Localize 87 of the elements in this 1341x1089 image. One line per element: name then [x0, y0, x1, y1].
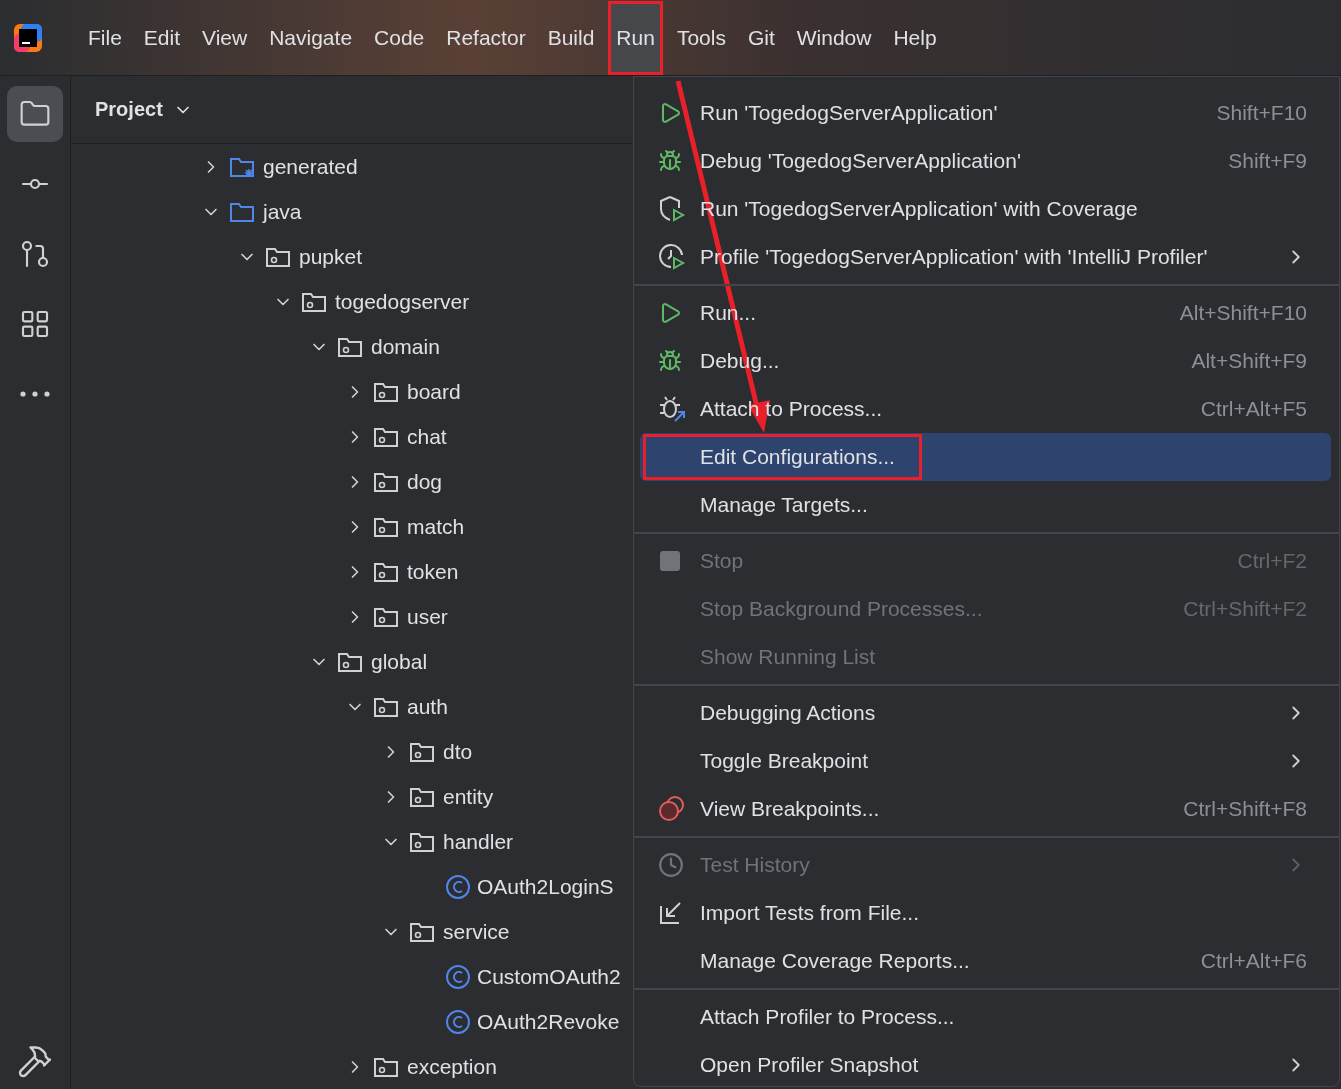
menu-item-label: Debugging Actions: [700, 701, 876, 725]
menu-bar-item[interactable]: Window: [788, 0, 880, 75]
tree-item[interactable]: dog: [407, 469, 443, 494]
menu-item-label: View Breakpoints...: [700, 797, 880, 821]
shortcut-text: Alt+Shift+F9: [1191, 349, 1307, 373]
menu-item-label: Stop: [700, 549, 744, 573]
menu-item[interactable]: View Breakpoints... Ctrl+Shift+F8: [640, 785, 1331, 833]
tree-item[interactable]: user: [407, 604, 448, 629]
shortcut-text: Ctrl+Alt+F5: [1200, 397, 1307, 421]
shortcut-text: Ctrl+F2: [1237, 549, 1307, 573]
menu-bar-item[interactable]: Refactor: [438, 0, 534, 75]
hammer-icon[interactable]: [17, 1043, 53, 1079]
tree-item[interactable]: OAuth2Revoke: [477, 1009, 620, 1034]
class-icon: [445, 963, 471, 990]
folder-tool-button[interactable]: [7, 86, 63, 142]
shortcut-text: Ctrl+Shift+F8: [1183, 797, 1307, 821]
tree-item[interactable]: pupket: [299, 244, 363, 269]
tree-item[interactable]: match: [407, 514, 465, 539]
tree-item[interactable]: token: [407, 559, 459, 584]
clock-play-icon: [658, 243, 686, 271]
menu-bar-item[interactable]: Build: [539, 0, 603, 75]
menu-bar-item[interactable]: Git: [739, 0, 783, 75]
import-arrow-icon: [658, 900, 684, 926]
menu-item[interactable]: Open Profiler Snapshot: [640, 1041, 1331, 1089]
tree-item[interactable]: CustomOAuth2: [477, 964, 621, 989]
annotation-box: Edit Configurations...: [643, 434, 922, 480]
menu-item[interactable]: Debugging Actions: [640, 689, 1331, 737]
menu-item[interactable]: Toggle Breakpoint: [640, 737, 1331, 785]
shortcut-text: Alt+Shift+F10: [1179, 301, 1307, 325]
tree-item[interactable]: handler: [443, 829, 514, 854]
stop-icon: [658, 549, 682, 573]
tree-item[interactable]: chat: [407, 424, 447, 449]
tree-item[interactable]: java: [263, 199, 302, 224]
class-icon: [445, 873, 471, 900]
menu-item[interactable]: Manage Coverage Reports... Ctrl+Alt+F6: [640, 937, 1331, 985]
tree-item[interactable]: generated: [263, 154, 358, 179]
menu-item-label: Stop Background Processes...: [700, 597, 983, 621]
menu-bar-item[interactable]: Help: [885, 0, 945, 75]
shortcut-text: Ctrl+Alt+F6: [1200, 949, 1307, 973]
tree-item[interactable]: service: [443, 919, 510, 944]
menu-item-label: Import Tests from File...: [700, 901, 919, 925]
menu-item[interactable]: Debug 'TogedogServerApplication' Shift+F9: [640, 137, 1331, 185]
tree-item[interactable]: exception: [407, 1054, 497, 1079]
bug-icon: [658, 349, 682, 373]
clock-icon: [658, 852, 684, 878]
menu-item[interactable]: Import Tests from File...: [640, 889, 1331, 937]
tree-item[interactable]: board: [407, 379, 461, 404]
menu-item-label: Run 'TogedogServerApplication': [700, 101, 998, 125]
menu-item[interactable]: Attach Profiler to Process...: [640, 993, 1331, 1041]
tree-item[interactable]: auth: [407, 694, 448, 719]
menu-item[interactable]: Manage Targets...: [640, 481, 1331, 529]
shortcut-text: Ctrl+Shift+F2: [1183, 597, 1307, 621]
menu-bar-item[interactable]: Run: [608, 0, 663, 75]
tree-item[interactable]: domain: [371, 334, 440, 359]
breakpoints-icon: [658, 795, 686, 823]
more-icon: [20, 391, 50, 397]
class-icon: [445, 1008, 471, 1035]
menu-bar-item[interactable]: Navigate: [261, 0, 361, 75]
menu-bar-item[interactable]: Edit: [135, 0, 189, 75]
menu-item-label: Show Running List: [700, 645, 876, 669]
menu-bar-item[interactable]: View: [194, 0, 256, 75]
menu-item-label: Toggle Breakpoint: [700, 749, 869, 773]
tree-item[interactable]: dto: [443, 739, 473, 764]
menu-item-label: Manage Targets...: [700, 493, 868, 517]
menu-item[interactable]: Run 'TogedogServerApplication' Shift+F10: [640, 89, 1331, 137]
bug-icon: [658, 149, 682, 173]
menu-item[interactable]: Edit Configurations...: [640, 433, 1331, 481]
tree-item[interactable]: OAuth2LoginS: [477, 874, 614, 899]
menu-item-label: Manage Coverage Reports...: [700, 949, 970, 973]
tree-item[interactable]: togedogserver: [335, 289, 470, 314]
structure-icon: [19, 308, 51, 340]
tree-item[interactable]: entity: [443, 784, 494, 809]
panel-title[interactable]: Project: [95, 98, 163, 121]
tree-item[interactable]: global: [371, 649, 428, 674]
shortcut-text: Shift+F10: [1216, 101, 1307, 125]
menu-item-label: Attach Profiler to Process...: [700, 1005, 955, 1029]
bug-arrow-icon: [658, 395, 686, 423]
shield-play-icon: [658, 195, 686, 223]
menu-bar-item[interactable]: Tools: [668, 0, 734, 75]
menu-bar-item[interactable]: Code: [366, 0, 433, 75]
menu-item-label: Debug 'TogedogServerApplication': [700, 149, 1021, 173]
app-logo[interactable]: [12, 21, 44, 54]
menu-bar-item[interactable]: File: [80, 0, 130, 75]
menu-item-label: Test History: [700, 853, 810, 877]
menu-item-label: Open Profiler Snapshot: [700, 1053, 919, 1077]
shortcut-text: Shift+F9: [1228, 149, 1307, 173]
pull-icon: [19, 238, 51, 270]
